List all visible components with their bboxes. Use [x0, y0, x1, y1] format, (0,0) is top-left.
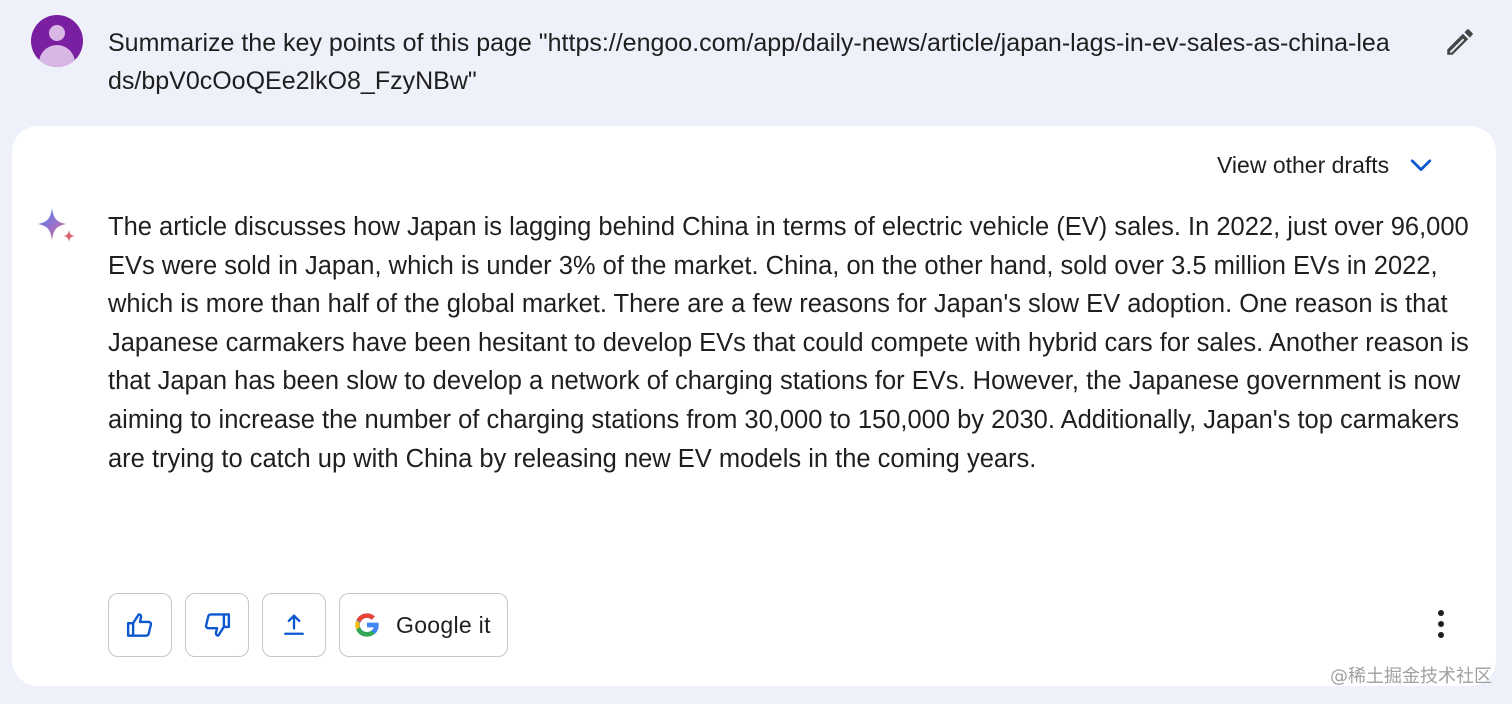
share-icon	[284, 614, 304, 635]
user-prompt-text: Summarize the key points of this page "h…	[108, 29, 1390, 95]
response-card: View other drafts The article discusses …	[12, 126, 1496, 686]
response-actions: Google it	[108, 593, 508, 657]
view-other-drafts-label: View other drafts	[1217, 151, 1390, 178]
pencil-icon	[1447, 29, 1473, 55]
response-text: The article discusses how Japan is laggi…	[108, 213, 1469, 473]
share-button[interactable]	[262, 593, 326, 657]
view-other-drafts-button[interactable]: View other drafts	[1217, 148, 1435, 182]
thumbs-down-button[interactable]	[185, 593, 249, 657]
google-g-icon	[355, 613, 380, 637]
user-prompt-row: Summarize the key points of this page "h…	[0, 0, 1512, 126]
thumbs-down-icon	[204, 613, 231, 637]
google-it-button[interactable]: Google it	[339, 593, 508, 657]
sparkle-icon	[38, 208, 75, 242]
thumbs-up-button[interactable]	[108, 593, 172, 657]
google-it-label: Google it	[396, 611, 491, 638]
more-vert-icon	[1438, 610, 1444, 616]
thumbs-up-icon	[126, 613, 153, 637]
watermark-text: @稀土掘金技术社区	[1330, 666, 1492, 687]
more-options-button[interactable]	[1424, 604, 1458, 644]
chevron-down-icon	[1411, 159, 1432, 172]
edit-prompt-button[interactable]	[1440, 22, 1480, 62]
user-avatar-icon[interactable]	[31, 15, 83, 67]
